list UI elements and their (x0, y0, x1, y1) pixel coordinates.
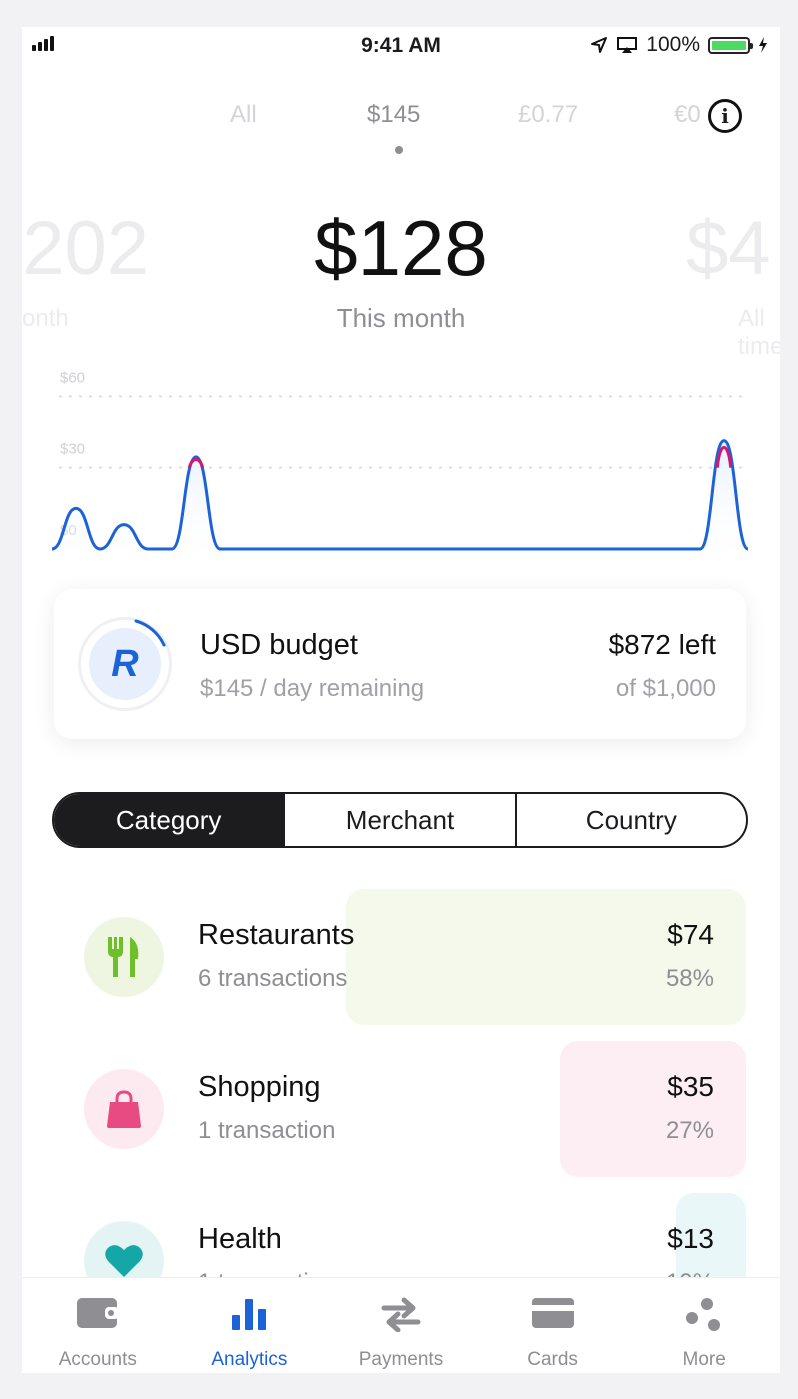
info-icon: i (721, 104, 729, 128)
tab-label: Payments (358, 1349, 444, 1370)
spending-chart[interactable]: $60$30$0 (22, 337, 780, 567)
budget-left-amount: $872 left (608, 629, 716, 660)
budget-daily-remaining: $145 / day remaining (200, 675, 425, 702)
airplay-icon (617, 37, 638, 53)
dots-icon (686, 1298, 721, 1331)
category-share-bar (346, 889, 746, 1025)
budget-title: USD budget (200, 629, 358, 661)
status-bar: 9:41 AM 100% (22, 27, 780, 63)
next-period-amount[interactable]: $4 (686, 205, 771, 292)
battery-icon (708, 36, 753, 54)
category-amount: $74 (667, 919, 714, 950)
tab-label: Analytics (211, 1349, 288, 1370)
card-icon (531, 1298, 574, 1328)
bottom-tab-bar: Accounts Analytics Payments Cards More (22, 1277, 780, 1373)
category-count: 6 transactions (198, 965, 348, 992)
category-amount: $13 (667, 1223, 714, 1254)
tab-analytics[interactable]: Analytics (174, 1278, 326, 1373)
tab-cards[interactable]: Cards (477, 1278, 629, 1373)
battery-percent: 100% (646, 33, 700, 56)
status-right: 100% (590, 33, 768, 57)
segment-merchant[interactable]: Merchant (283, 794, 514, 846)
tab-label: Cards (527, 1349, 578, 1370)
currency-tab-gbp[interactable]: £0.77 (518, 101, 578, 129)
category-percent: 58% (665, 965, 714, 992)
budget-progress-ring: R (78, 617, 172, 711)
tab-label: Accounts (58, 1349, 137, 1370)
category-name: Restaurants (198, 919, 355, 951)
fork-knife-icon (108, 937, 139, 977)
tab-accounts[interactable]: Accounts (22, 1278, 174, 1373)
spending-line (51, 439, 750, 551)
tab-payments[interactable]: Payments (325, 1278, 477, 1373)
heart-icon (105, 1245, 143, 1277)
charging-bolt-icon (759, 37, 767, 53)
budget-total: of $1,000 (615, 675, 716, 702)
current-period-label: This month (336, 303, 466, 333)
category-name: Shopping (198, 1071, 321, 1103)
currency-tab-usd[interactable]: $145 (367, 101, 420, 129)
category-row-shopping[interactable]: Shopping 1 transaction $35 27% (22, 1041, 780, 1177)
tab-more[interactable]: More (628, 1278, 780, 1373)
category-share-bar (560, 1041, 746, 1177)
budget-card[interactable]: R USD budget $145 / day remaining $872 l… (54, 589, 746, 739)
y-tick-label: $60 (60, 369, 85, 386)
breakdown-segmented-control: Category Merchant Country (52, 792, 748, 848)
currency-tab-all[interactable]: All (230, 101, 257, 129)
category-name: Health (198, 1223, 282, 1255)
segment-country[interactable]: Country (514, 794, 746, 846)
revolut-logo-icon: R (89, 628, 161, 700)
category-icon-circle (84, 917, 164, 997)
category-percent: 27% (665, 1117, 714, 1144)
current-amount: $128 (314, 204, 488, 292)
transfer-arrows-icon (381, 1297, 421, 1332)
info-button[interactable]: i (708, 99, 742, 133)
category-icon-circle (84, 1069, 164, 1149)
wallet-icon (76, 1298, 119, 1328)
category-amount: $35 (667, 1071, 714, 1102)
shopping-bag-icon (107, 1090, 141, 1128)
location-arrow-icon (591, 37, 608, 53)
app-screen: 9:41 AM 100% All $145 £0.77 €0 i $202 La… (22, 27, 780, 1373)
y-tick-label: $30 (60, 441, 85, 458)
segment-category[interactable]: Category (54, 794, 284, 846)
active-tab-indicator (395, 146, 403, 154)
category-row-restaurants[interactable]: Restaurants 6 transactions $74 58% (22, 889, 780, 1025)
currency-tab-eur[interactable]: €0 (674, 101, 701, 129)
tab-label: More (682, 1349, 726, 1370)
bar-chart-icon (232, 1299, 267, 1330)
category-count: 1 transaction (198, 1117, 336, 1144)
